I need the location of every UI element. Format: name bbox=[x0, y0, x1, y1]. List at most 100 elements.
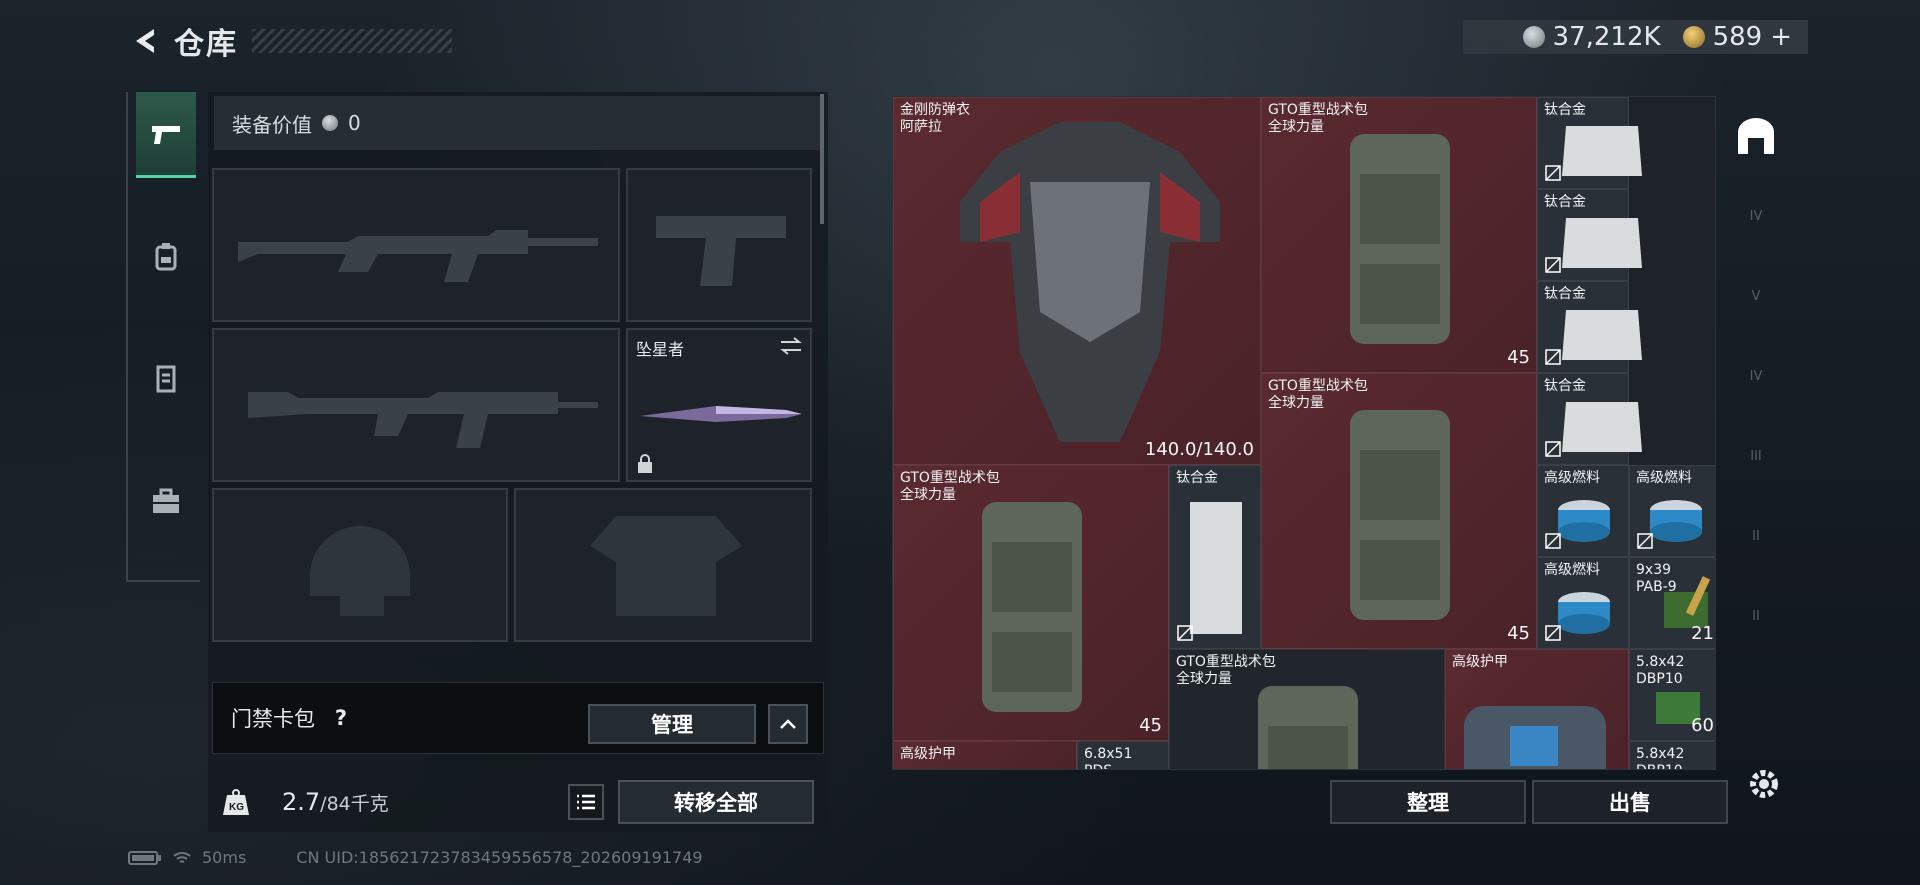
item-gto-bag[interactable]: GTO重型战术包 全球力量 bbox=[1169, 649, 1445, 769]
pistol-silhouette-icon bbox=[656, 216, 786, 286]
tab-backpack[interactable] bbox=[136, 214, 196, 300]
untradeable-icon bbox=[1177, 625, 1193, 641]
item-advanced-armor[interactable]: 高级护甲 bbox=[893, 741, 1077, 769]
backpack-icon bbox=[1258, 686, 1358, 769]
weight-readout: 2.7/84千克 bbox=[282, 788, 389, 816]
stash-icon bbox=[1738, 118, 1774, 154]
item-quantity: 45 bbox=[1139, 715, 1162, 736]
primary-weapon-slot[interactable] bbox=[212, 168, 620, 322]
list-view-button[interactable] bbox=[568, 784, 604, 820]
metal-plate-icon bbox=[1562, 218, 1642, 268]
metal-plate-icon bbox=[1190, 502, 1242, 634]
inventory-grid: 金刚防弹衣 阿萨拉 140.0/140.0 GTO重型战术包 全球力量 45 钛… bbox=[892, 96, 1716, 770]
tab-vest[interactable] bbox=[136, 336, 196, 422]
back-button[interactable] bbox=[128, 23, 164, 59]
backpack-icon bbox=[1350, 134, 1450, 344]
item-ammo-5.8x42[interactable]: 5.8x42 DBP10 60 bbox=[1629, 649, 1715, 741]
silver-coin-icon bbox=[1522, 26, 1545, 48]
fuel-can-icon bbox=[1650, 500, 1702, 542]
tab-tier[interactable]: IV bbox=[1728, 176, 1784, 256]
item-fuel[interactable]: 高级燃料 bbox=[1537, 465, 1629, 557]
tier-label: V bbox=[1751, 288, 1761, 304]
item-titanium[interactable]: 钛合金 bbox=[1169, 465, 1261, 649]
storage-tabs: IV V IV III II II bbox=[1728, 96, 1790, 770]
metal-plate-icon bbox=[1562, 126, 1642, 176]
wifi-icon bbox=[173, 851, 191, 863]
sort-button[interactable]: 整理 bbox=[1330, 780, 1526, 824]
untradeable-icon bbox=[1545, 625, 1561, 641]
item-gto-bag[interactable]: GTO重型战术包 全球力量 45 bbox=[1261, 97, 1537, 373]
armor-bag-icon bbox=[1464, 706, 1606, 769]
armor-silhouette-icon bbox=[590, 516, 742, 616]
item-titanium[interactable]: 钛合金 bbox=[1537, 281, 1642, 373]
item-name: 6.8x51 PDS bbox=[1084, 746, 1133, 769]
armor-slot[interactable] bbox=[514, 488, 812, 642]
untradeable-icon bbox=[1545, 257, 1561, 273]
item-titanium[interactable]: 钛合金 bbox=[1537, 373, 1642, 465]
manage-button[interactable]: 管理 bbox=[588, 704, 756, 744]
tier-label: IV bbox=[1749, 368, 1763, 384]
item-fuel[interactable]: 高级燃料 bbox=[1629, 465, 1715, 557]
backpack-icon bbox=[1350, 410, 1450, 620]
item-fuel[interactable]: 高级燃料 bbox=[1537, 557, 1629, 649]
item-titanium[interactable]: 钛合金 bbox=[1537, 189, 1642, 281]
tier-label: II bbox=[1752, 608, 1760, 624]
rifle-silhouette-icon bbox=[238, 230, 598, 282]
back-arrow-icon bbox=[136, 29, 154, 53]
item-titanium[interactable]: 钛合金 bbox=[1537, 97, 1642, 189]
battery-icon bbox=[128, 850, 161, 865]
player-uid: CN UID:18562172378345955657​8_2026091917… bbox=[296, 848, 703, 867]
gold-amount: 589 bbox=[1712, 22, 1763, 52]
pistol-slot[interactable] bbox=[626, 168, 812, 322]
silver-amount: 37,212K bbox=[1552, 22, 1661, 52]
add-currency-button[interactable]: + bbox=[1770, 22, 1792, 52]
silver-coin-icon bbox=[322, 115, 338, 131]
untradeable-icon bbox=[1545, 165, 1561, 181]
item-advanced-armor[interactable]: 高级护甲 bbox=[1445, 649, 1629, 769]
item-name: 高级燃料 bbox=[1544, 562, 1600, 578]
settings-button[interactable] bbox=[1744, 764, 1784, 804]
tab-tier[interactable]: III bbox=[1728, 416, 1784, 496]
item-name: 高级燃料 bbox=[1544, 470, 1600, 486]
backpack-icon bbox=[155, 243, 177, 271]
item-gto-bag[interactable]: GTO重型战术包 全球力量 45 bbox=[893, 465, 1169, 741]
title-decoration bbox=[252, 29, 452, 53]
equipment-value-label: 装备价值 bbox=[232, 112, 312, 137]
tab-tier[interactable]: V bbox=[1728, 256, 1784, 336]
helmet-slot[interactable] bbox=[212, 488, 508, 642]
item-ammo-6.8x51[interactable]: 6.8x51 PDS bbox=[1077, 741, 1169, 769]
sell-button[interactable]: 出售 bbox=[1532, 780, 1728, 824]
item-quantity: 60 bbox=[1691, 715, 1714, 736]
svg-text:KG: KG bbox=[229, 802, 244, 813]
help-icon[interactable]: ? bbox=[327, 704, 355, 732]
item-ammo-5.8x42[interactable]: 5.8x42 DBP10 bbox=[1629, 741, 1715, 769]
tab-tier[interactable]: IV bbox=[1728, 336, 1784, 416]
item-gto-bag[interactable]: GTO重型战术包 全球力量 45 bbox=[1261, 373, 1537, 649]
briefcase-icon bbox=[153, 488, 179, 513]
chevron-up-icon bbox=[780, 719, 796, 729]
access-card-label: 门禁卡包 bbox=[231, 707, 315, 731]
category-tabs bbox=[126, 92, 200, 582]
equipment-value: 0 bbox=[348, 111, 361, 135]
secondary-weapon-slot[interactable] bbox=[212, 328, 620, 482]
tab-stash-home[interactable] bbox=[1728, 96, 1784, 176]
scrollbar[interactable] bbox=[820, 94, 824, 224]
tab-tier[interactable]: II bbox=[1728, 576, 1784, 656]
transfer-all-button[interactable]: 转移全部 bbox=[618, 780, 814, 824]
vest-icon bbox=[156, 365, 176, 393]
melee-slot[interactable]: 坠星者 bbox=[626, 328, 812, 482]
item-ammo-9x39[interactable]: 9x39 PAB-9 21 bbox=[1629, 557, 1715, 649]
equipment-panel: 装备价值 0 坠星者 门禁卡包 ? 管理 KG 2.7/84千克 转移全部 bbox=[208, 92, 828, 832]
kg-icon: KG bbox=[218, 784, 254, 820]
collapse-button[interactable] bbox=[768, 704, 808, 744]
untradeable-icon bbox=[1545, 441, 1561, 457]
item-name: 钛合金 bbox=[1176, 470, 1218, 486]
weight-current: 2.7 bbox=[282, 788, 321, 816]
tab-case[interactable] bbox=[136, 458, 196, 544]
item-armor-asara[interactable]: 金刚防弹衣 阿萨拉 140.0/140.0 bbox=[893, 97, 1261, 465]
fuel-can-icon bbox=[1558, 592, 1610, 634]
page-title: 仓库 bbox=[174, 27, 238, 62]
swap-icon[interactable] bbox=[778, 336, 804, 356]
tab-weapons[interactable] bbox=[136, 92, 196, 178]
tab-tier[interactable]: II bbox=[1728, 496, 1784, 576]
